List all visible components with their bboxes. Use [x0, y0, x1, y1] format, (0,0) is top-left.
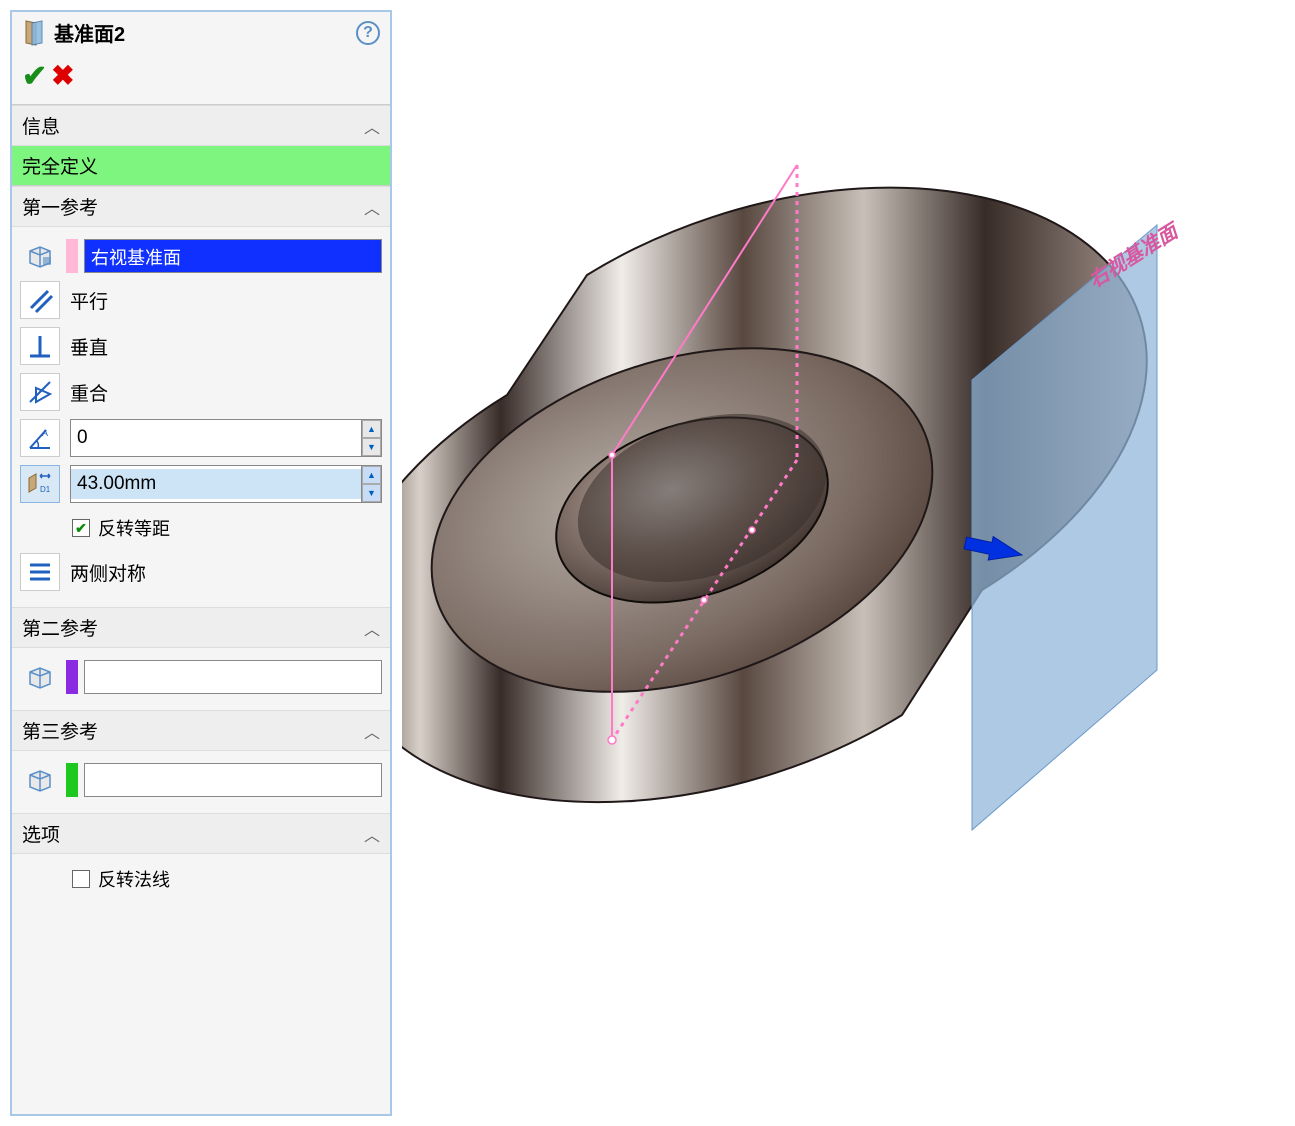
options-body: 反转法线 [12, 854, 390, 908]
flip-normal-label: 反转法线 [98, 866, 170, 892]
reference-type-icon[interactable] [20, 237, 60, 275]
status-box: 完全定义 [12, 146, 390, 186]
midplane-label: 两侧对称 [70, 559, 146, 586]
midplane-icon[interactable] [20, 553, 60, 591]
ref1-selection-field[interactable]: 右视基准面 [84, 239, 382, 273]
ref2-color-strip [66, 660, 78, 694]
panel-header: 基准面2 ? [12, 12, 390, 53]
info-label: 信息 [22, 112, 60, 139]
ref1-label: 第一参考 [22, 193, 98, 220]
ref3-selection-field[interactable] [84, 763, 382, 797]
flip-normal-checkbox[interactable] [72, 870, 90, 888]
distance-spinner[interactable]: ▲▼ [361, 466, 381, 502]
ref3-color-strip [66, 763, 78, 797]
ref3-section-header[interactable]: 第三参考 ︿ [12, 710, 390, 751]
cancel-button[interactable]: ✖ [51, 59, 74, 94]
chevron-up-icon: ︿ [364, 719, 380, 743]
ref2-body [12, 648, 390, 710]
reference-type-icon[interactable] [20, 658, 60, 696]
options-label: 选项 [22, 820, 60, 847]
action-row: ✔ ✖ [12, 53, 390, 105]
coincident-label: 重合 [70, 379, 108, 406]
plane-feature-icon [22, 19, 46, 47]
angle-field[interactable]: ▲▼ [70, 419, 382, 457]
perpendicular-label: 垂直 [70, 333, 108, 360]
ref3-label: 第三参考 [22, 717, 98, 744]
help-icon[interactable]: ? [356, 21, 380, 45]
ref1-section-header[interactable]: 第一参考 ︿ [12, 186, 390, 227]
parallel-icon[interactable] [20, 281, 60, 319]
chevron-up-icon: ︿ [364, 195, 380, 219]
distance-icon[interactable]: D1 [20, 465, 60, 503]
distance-input[interactable] [71, 469, 361, 499]
ok-button[interactable]: ✔ [22, 59, 47, 94]
ref3-body [12, 751, 390, 813]
chevron-up-icon: ︿ [364, 114, 380, 138]
distance-field[interactable]: ▲▼ [70, 465, 382, 503]
info-section-header[interactable]: 信息 ︿ [12, 105, 390, 146]
angle-spinner[interactable]: ▲▼ [361, 420, 381, 456]
options-section-header[interactable]: 选项 ︿ [12, 813, 390, 854]
chevron-up-icon: ︿ [364, 616, 380, 640]
panel-title: 基准面2 [54, 18, 356, 47]
parallel-label: 平行 [70, 287, 108, 314]
ref1-body: 右视基准面 平行 垂直 重合 A ▲▼ [12, 227, 390, 607]
ref2-selection-field[interactable] [84, 660, 382, 694]
angle-input[interactable] [71, 423, 361, 453]
3d-viewport[interactable]: 右视基准面 [402, 0, 1295, 1126]
perpendicular-icon[interactable] [20, 327, 60, 365]
chevron-up-icon: ︿ [364, 822, 380, 846]
svg-text:A: A [42, 428, 48, 438]
angle-icon[interactable]: A [20, 419, 60, 457]
coincident-icon[interactable] [20, 373, 60, 411]
svg-text:D1: D1 [40, 485, 51, 494]
ref2-label: 第二参考 [22, 614, 98, 641]
ref2-section-header[interactable]: 第二参考 ︿ [12, 607, 390, 648]
flip-offset-label: 反转等距 [98, 515, 170, 541]
property-panel: 基准面2 ? ✔ ✖ 信息 ︿ 完全定义 第一参考 ︿ 右视基准面 [10, 10, 392, 1116]
flip-offset-checkbox[interactable]: ✔ [72, 519, 90, 537]
ref1-color-strip [66, 239, 78, 273]
reference-type-icon[interactable] [20, 761, 60, 799]
